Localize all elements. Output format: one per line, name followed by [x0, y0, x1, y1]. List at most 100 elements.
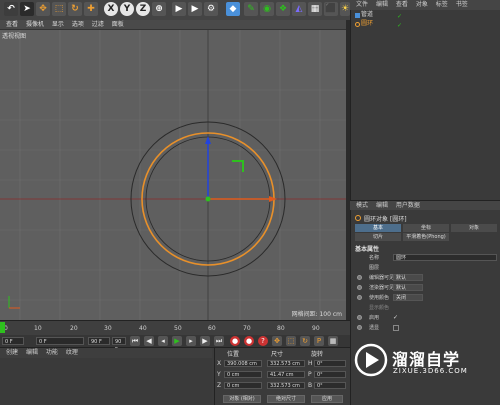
- array-icon[interactable]: ❖: [276, 2, 290, 16]
- tab-basic[interactable]: 基本: [355, 224, 401, 232]
- add-tool-icon[interactable]: ✚: [84, 2, 98, 16]
- material-menu-edit[interactable]: 编辑: [26, 348, 38, 358]
- key-selection-icon[interactable]: ?: [258, 336, 268, 346]
- use-color-select[interactable]: 关闭: [393, 294, 423, 301]
- position-z-field[interactable]: 0 cm: [224, 382, 262, 389]
- deformer-icon[interactable]: ◭: [292, 2, 306, 16]
- xray-checkbox[interactable]: [393, 325, 399, 331]
- next-frame-icon[interactable]: ▸: [186, 336, 196, 346]
- next-key-icon[interactable]: ▶: [200, 336, 210, 346]
- preview-end-field[interactable]: 90 F: [112, 337, 126, 353]
- record-icon[interactable]: ●: [230, 336, 240, 346]
- tab-coords[interactable]: 坐标: [403, 224, 449, 232]
- torus-object-icon: [355, 22, 360, 27]
- object-item-torus[interactable]: 圆环: [361, 20, 373, 28]
- site-watermark: 溜溜自学 ZIXUE.3D66.COM: [352, 336, 472, 384]
- viewport-menu-filter[interactable]: 过滤: [92, 20, 104, 29]
- prop-row-name: 名称 圆环: [355, 254, 499, 262]
- cube-icon[interactable]: ◆: [226, 2, 240, 16]
- scale-tool-icon[interactable]: ⬚: [52, 2, 66, 16]
- material-menu-texture[interactable]: 纹理: [66, 348, 78, 358]
- timeline-tick: 80: [277, 325, 285, 332]
- viewport-menu-camera[interactable]: 摄像机: [26, 20, 44, 29]
- key-pla-icon[interactable]: ▦: [328, 336, 338, 346]
- anim-dot-icon[interactable]: [357, 295, 362, 300]
- anim-dot-icon[interactable]: [357, 285, 362, 290]
- rotation-h-field[interactable]: 0°: [314, 360, 346, 367]
- apply-button[interactable]: 应用: [311, 395, 343, 403]
- key-position-icon[interactable]: ✥: [272, 336, 282, 346]
- coordinate-mode-select[interactable]: 对象 (相对): [223, 395, 261, 403]
- object-manager: 管道 圆环 ✓ ✓: [350, 10, 500, 200]
- undo-icon[interactable]: ↶: [4, 2, 18, 16]
- spline-pen-icon[interactable]: ✎: [244, 2, 258, 16]
- viewport-menu-view[interactable]: 查看: [6, 20, 18, 29]
- prop-label: 图层: [369, 265, 380, 271]
- light-icon[interactable]: ☀: [340, 2, 350, 16]
- go-to-end-icon[interactable]: ⏭: [214, 336, 224, 346]
- perspective-viewport[interactable]: 透视视图 网格间距: 100 cm: [0, 30, 346, 320]
- auto-key-icon[interactable]: ●: [244, 336, 254, 346]
- x-axis-lock-button[interactable]: X: [104, 2, 118, 16]
- timeline-playhead[interactable]: [0, 322, 5, 333]
- rotation-b-field[interactable]: 0°: [314, 382, 346, 389]
- position-y-field[interactable]: 0 cm: [224, 371, 262, 378]
- editor-visible-select[interactable]: 默认: [393, 274, 423, 281]
- world-axis-gizmo: [8, 296, 20, 309]
- visibility-check-icon[interactable]: ✓: [397, 13, 402, 20]
- name-field[interactable]: 圆环: [393, 254, 497, 261]
- tab-slice[interactable]: 切片: [355, 233, 401, 241]
- size-z-field[interactable]: 332.573 cm: [267, 382, 305, 389]
- start-frame-field[interactable]: 0 F: [36, 337, 84, 345]
- tab-phong[interactable]: 平滑着色(Phong): [403, 233, 449, 241]
- render-visible-select[interactable]: 默认: [393, 284, 423, 291]
- render-view-icon[interactable]: ▶: [172, 2, 186, 16]
- enabled-checkbox[interactable]: ✓: [393, 314, 398, 322]
- play-icon[interactable]: ▶: [172, 336, 182, 346]
- size-y-field[interactable]: 41.47 cm: [267, 371, 305, 378]
- material-menu-function[interactable]: 功能: [46, 348, 58, 358]
- scene-icon[interactable]: ▦: [308, 2, 322, 16]
- prev-frame-icon[interactable]: ◂: [158, 336, 168, 346]
- om-menu-tags[interactable]: 标签: [436, 0, 448, 10]
- size-x-field[interactable]: 332.573 cm: [267, 360, 305, 367]
- position-x-field[interactable]: 390.008 cm: [224, 360, 262, 367]
- om-menu-edit[interactable]: 编辑: [376, 0, 388, 10]
- y-axis-lock-button[interactable]: Y: [120, 2, 134, 16]
- viewport-menu-panel[interactable]: 面板: [112, 20, 124, 29]
- layer-field[interactable]: [393, 264, 497, 271]
- end-frame-field[interactable]: 90 F: [88, 337, 110, 345]
- size-mode-select[interactable]: 绝对尺寸: [267, 395, 305, 403]
- current-frame-field[interactable]: 0 F: [2, 337, 24, 345]
- prev-key-icon[interactable]: ◀: [144, 336, 154, 346]
- material-menu-create[interactable]: 创建: [6, 348, 18, 358]
- anim-dot-icon[interactable]: [357, 275, 362, 280]
- om-menu-view[interactable]: 查看: [396, 0, 408, 10]
- material-area[interactable]: [0, 358, 212, 405]
- rotate-tool-icon[interactable]: ↻: [68, 2, 82, 16]
- viewport-menu-display[interactable]: 显示: [52, 20, 64, 29]
- z-axis-lock-button[interactable]: Z: [136, 2, 150, 16]
- select-arrow-icon[interactable]: ➤: [20, 2, 34, 16]
- om-menu-bookmarks[interactable]: 书签: [456, 0, 468, 10]
- key-param-icon[interactable]: P: [314, 336, 324, 346]
- om-menu-object[interactable]: 对象: [416, 0, 428, 10]
- move-tool-icon[interactable]: ✥: [36, 2, 50, 16]
- visibility-check-icon[interactable]: ✓: [397, 22, 402, 29]
- render-settings-icon[interactable]: ⚙: [204, 2, 218, 16]
- nurbs-icon[interactable]: ◉: [260, 2, 274, 16]
- render-picture-viewer-icon[interactable]: ▶: [188, 2, 202, 16]
- key-scale-icon[interactable]: ⬚: [286, 336, 296, 346]
- anim-dot-icon[interactable]: [357, 325, 362, 330]
- go-to-start-icon[interactable]: ⏮: [130, 336, 140, 346]
- viewport-menu-options[interactable]: 选项: [72, 20, 84, 29]
- rotation-p-field[interactable]: 0°: [314, 371, 346, 378]
- object-item-pipe[interactable]: 管道: [361, 11, 373, 19]
- camera-icon[interactable]: ⬛: [324, 2, 338, 16]
- coordinate-system-icon[interactable]: ⊕: [152, 2, 166, 16]
- key-rotation-icon[interactable]: ↻: [300, 336, 310, 346]
- timeline-ruler[interactable]: 0 10 20 30 40 50 60 70 80 90: [0, 320, 350, 335]
- om-menu-file[interactable]: 文件: [356, 0, 368, 10]
- tab-object[interactable]: 对象: [451, 224, 497, 232]
- anim-dot-icon[interactable]: [357, 315, 362, 320]
